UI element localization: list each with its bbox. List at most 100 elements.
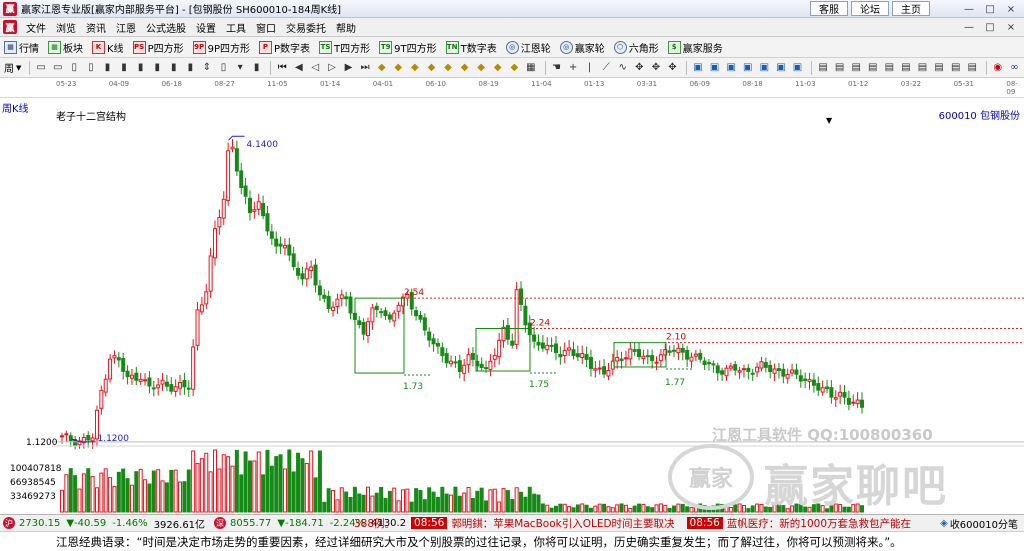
menu-settings[interactable]: 设置: [191, 20, 221, 35]
monitor-icon[interactable]: ▣: [791, 61, 805, 75]
winner-wheel-button[interactable]: ◎ 赢家轮: [559, 40, 605, 55]
menu-gann[interactable]: 江恩: [111, 20, 141, 35]
indicator-icon[interactable]: ▤: [833, 61, 847, 75]
candle-body: [693, 353, 698, 357]
menu-tools[interactable]: 工具: [221, 20, 251, 35]
draw-tool-icon[interactable]: ▾: [233, 61, 247, 75]
draw-tool-icon[interactable]: ▮: [117, 61, 131, 75]
pattern-tool-icon[interactable]: ✥: [649, 61, 663, 75]
next-bar-icon[interactable]: ▶: [342, 61, 356, 75]
quotes-button[interactable]: ▦ 行情: [4, 40, 39, 55]
gann-wheel-button[interactable]: ◎ 江恩轮: [505, 40, 551, 55]
indicator-icon[interactable]: ▤: [916, 61, 930, 75]
monitor-icon[interactable]: ▣: [741, 61, 755, 75]
gann-tool-icon[interactable]: ◆: [508, 61, 522, 75]
gann-tool-icon[interactable]: ◆: [491, 61, 505, 75]
menu-formula[interactable]: 公式选股: [141, 20, 191, 35]
draw-tool-icon[interactable]: ▮: [184, 61, 198, 75]
draw-tool-icon[interactable]: ▮: [134, 61, 148, 75]
draw-tool-icon[interactable]: ▯: [84, 61, 98, 75]
indicator-icon[interactable]: ▤: [949, 61, 963, 75]
p-numbers-button[interactable]: P P数字表: [259, 40, 310, 55]
indicator-icon[interactable]: ▤: [849, 61, 863, 75]
monitor-icon[interactable]: ▣: [774, 61, 788, 75]
shenzhen-index-icon[interactable]: 深: [214, 517, 227, 529]
line-tool-icon[interactable]: ⟋: [599, 61, 613, 75]
draw-tool-icon[interactable]: ▯: [68, 61, 82, 75]
tick-data-link[interactable]: ◈ 收600010分笔: [936, 515, 1024, 531]
t-square-button[interactable]: TS T四方形: [319, 40, 370, 55]
child-close-button[interactable]: ×: [1002, 20, 1020, 34]
candle-body: [790, 369, 795, 374]
indicator-icon[interactable]: ▤: [816, 61, 830, 75]
forward-icon[interactable]: ▷: [325, 61, 339, 75]
indicator-icon[interactable]: ▤: [932, 61, 946, 75]
9p-square-button[interactable]: 9P 9P四方形: [192, 40, 250, 55]
9t-square-button[interactable]: T9 9T四方形: [379, 40, 437, 55]
winner-service-button[interactable]: $ 赢家服务: [667, 40, 723, 55]
title-bar: 赢 赢家江恩专业版[赢家内部服务平台] - [包钢股份 SH600010-184…: [0, 0, 1024, 18]
grid-tool-icon[interactable]: ▦: [524, 61, 538, 75]
gann-tool-icon[interactable]: ◆: [474, 61, 488, 75]
t-numbers-button[interactable]: TN T数字表: [445, 40, 497, 55]
vertical-line-icon[interactable]: |: [583, 61, 597, 75]
gann-tool-icon[interactable]: ◆: [391, 61, 405, 75]
gann-tool-icon[interactable]: ◆: [425, 61, 439, 75]
draw-tool-icon[interactable]: ▭: [51, 61, 65, 75]
monitor-icon[interactable]: ▣: [691, 61, 705, 75]
sectors-button[interactable]: ▦ 板块: [48, 40, 83, 55]
gann-tool-icon[interactable]: ◆: [408, 61, 422, 75]
wave-tool-icon[interactable]: ∿: [616, 61, 630, 75]
hexagon-button[interactable]: ⬡ 六角形: [613, 40, 659, 55]
homepage-link[interactable]: 主页: [892, 1, 930, 16]
menu-help[interactable]: 帮助: [331, 20, 361, 35]
app-menu-icon[interactable]: 赢: [3, 20, 17, 34]
color-wheel-icon[interactable]: ◉: [991, 61, 1005, 75]
gann-tool-icon[interactable]: ◆: [458, 61, 472, 75]
draw-tool-icon[interactable]: ▮: [167, 61, 181, 75]
period-selector[interactable]: 周 ▼: [4, 60, 21, 76]
maximize-button[interactable]: □: [981, 2, 999, 16]
child-restore-button[interactable]: □: [981, 20, 999, 34]
draw-tool-icon[interactable]: ▮: [150, 61, 164, 75]
kline-button[interactable]: K K线: [92, 40, 124, 55]
draw-tool-icon[interactable]: ⇕: [200, 61, 214, 75]
draw-tool-icon[interactable]: ▮: [250, 61, 264, 75]
p-square-button[interactable]: PS P四方形: [132, 40, 184, 55]
pattern-tool-icon[interactable]: ✥: [666, 61, 680, 75]
indicator-icon[interactable]: ▤: [883, 61, 897, 75]
draw-tool-icon[interactable]: ▮: [101, 61, 115, 75]
shanghai-index-icon[interactable]: 沪: [3, 517, 15, 529]
gann-tool-icon[interactable]: ◆: [375, 61, 389, 75]
indicator-icon[interactable]: ▤: [866, 61, 880, 75]
draw-tool-icon[interactable]: ▯: [217, 61, 231, 75]
menu-file[interactable]: 文件: [21, 20, 51, 35]
indicator-icon[interactable]: ▤: [899, 61, 913, 75]
news-ticker[interactable]: 388例。 08:56 郭明錤：苹果MacBook引入OLED时间主要取决 08…: [354, 515, 911, 531]
gann-tool-icon[interactable]: ◆: [441, 61, 455, 75]
candle-body: [243, 185, 248, 197]
hand-icon[interactable]: ☚: [550, 61, 564, 75]
menu-trade[interactable]: 交易委托: [281, 20, 331, 35]
monitor-icon[interactable]: ▣: [708, 61, 722, 75]
monitor-icon[interactable]: ▣: [724, 61, 738, 75]
last-bar-icon[interactable]: ⏭: [358, 61, 372, 75]
minimize-button[interactable]: —: [960, 2, 978, 16]
forum-link[interactable]: 论坛: [851, 1, 889, 16]
child-minimize-button[interactable]: —: [960, 20, 978, 34]
indicator-icon[interactable]: ▤: [965, 61, 979, 75]
volume-bar: [156, 469, 161, 513]
infinity-icon[interactable]: ∞: [1008, 61, 1022, 75]
first-bar-icon[interactable]: ⏮: [275, 61, 289, 75]
close-button[interactable]: ×: [1002, 2, 1020, 16]
back-icon[interactable]: ◁: [309, 61, 323, 75]
monitor-icon[interactable]: ▣: [758, 61, 772, 75]
menu-window[interactable]: 窗口: [251, 20, 281, 35]
customer-service-link[interactable]: 客服: [810, 1, 848, 16]
draw-tool-icon[interactable]: ▭: [34, 61, 48, 75]
menu-news[interactable]: 资讯: [81, 20, 111, 35]
crosshair-icon[interactable]: +: [566, 61, 580, 75]
pattern-tool-icon[interactable]: ✥: [633, 61, 647, 75]
menu-browse[interactable]: 浏览: [51, 20, 81, 35]
prev-bar-icon[interactable]: ◀: [292, 61, 306, 75]
